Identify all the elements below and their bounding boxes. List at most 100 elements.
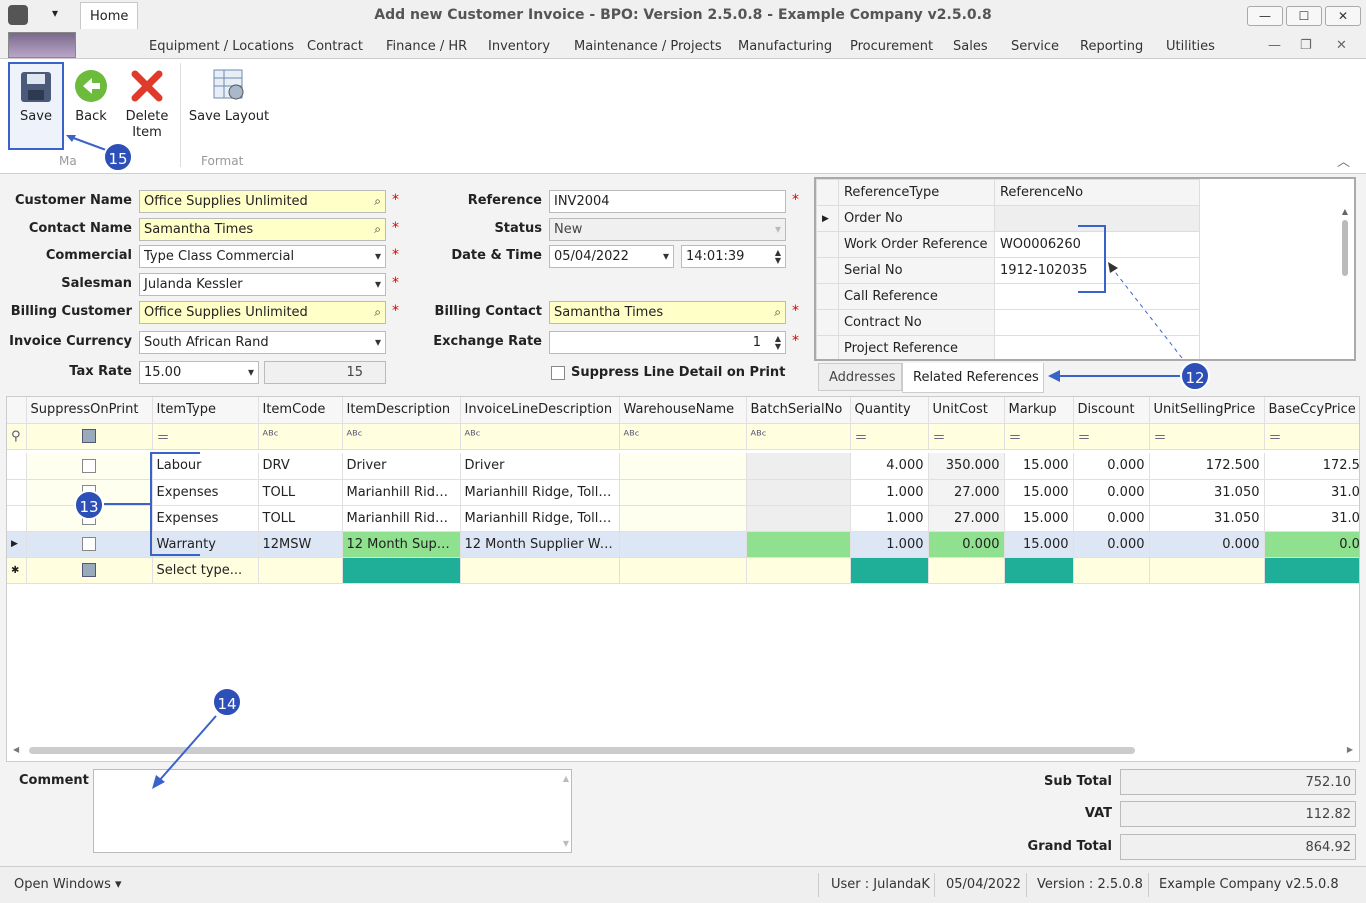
chevron-down-icon[interactable]: ▾	[375, 277, 381, 291]
filter-cell[interactable]: ＝	[1073, 423, 1150, 450]
chevron-down-icon[interactable]: ▾	[248, 365, 254, 379]
chevron-down-icon[interactable]: ▾	[375, 249, 381, 263]
commercial-dropdown[interactable]: Type Class Commercial ▾	[139, 245, 386, 268]
table-row[interactable]: Labour DRV Driver Driver 4.000 350.000 15.000…	[7, 453, 1359, 480]
item-code-cell[interactable]: TOLL	[258, 479, 343, 506]
billing-contact-field[interactable]: Samantha Times ⌕	[549, 301, 786, 324]
close-button[interactable]: ✕	[1325, 6, 1361, 26]
select-type-cell[interactable]: Select type...	[152, 557, 259, 584]
table-row-selected[interactable]: ▶ Warranty12MSW12 Month Supplier Warrant…	[7, 531, 1359, 558]
tab-inventory[interactable]: Inventory	[488, 39, 550, 54]
filter-checkbox[interactable]	[82, 429, 96, 443]
save-button[interactable]: Save	[8, 62, 64, 150]
filter-row[interactable]: ⚲ ＝ ᴬᴮᶜ ᴬᴮᶜ ᴬᴮᶜ ᴬᴮᶜ ᴬᴮᶜ ＝＝＝＝＝＝	[7, 423, 1359, 450]
col-header[interactable]: InvoiceLineDescription	[460, 397, 620, 424]
markup-cell[interactable]: 15.000	[1004, 505, 1074, 532]
tab-contract[interactable]: Contract	[307, 39, 363, 54]
markup-cell[interactable]: 15.000	[1004, 479, 1074, 506]
search-icon[interactable]: ⌕	[374, 194, 381, 209]
col-header[interactable]: BaseCcyPrice	[1264, 397, 1359, 424]
mdi-restore-icon[interactable]: ❐	[1300, 38, 1312, 53]
ribbon-collapse-icon[interactable]: ︿	[1337, 151, 1350, 170]
tab-maintenance-projects[interactable]: Maintenance / Projects	[574, 39, 722, 54]
discount-cell[interactable]: 0.000	[1073, 479, 1150, 506]
filter-cell[interactable]: ＝	[152, 423, 259, 450]
tab-reporting[interactable]: Reporting	[1080, 39, 1143, 54]
col-header[interactable]: UnitSellingPrice	[1149, 397, 1265, 424]
warehouse-cell[interactable]	[619, 505, 747, 532]
customer-name-field[interactable]: Office Supplies Unlimited ⌕	[139, 190, 386, 213]
tab-related-references[interactable]: Related References	[902, 363, 1044, 393]
unit-cost-cell[interactable]: 27.000	[928, 479, 1005, 506]
item-desc-cell[interactable]: 12 Month Supplier Warranty	[342, 531, 461, 558]
scroll-up-icon[interactable]: ▲	[563, 774, 569, 783]
quantity-cell[interactable]: 1.000	[850, 479, 929, 506]
contact-name-field[interactable]: Samantha Times ⌕	[139, 218, 386, 241]
markup-cell[interactable]: 15.000	[1004, 531, 1074, 558]
filter-cell[interactable]: ＝	[1264, 423, 1359, 450]
table-row[interactable]: ▶ Order No	[816, 205, 1201, 232]
tab-equipment-locations[interactable]: Equipment / Locations	[149, 39, 294, 54]
line-desc-cell[interactable]: Marianhill Ridge, Toll to...	[460, 505, 620, 532]
suppress-checkbox[interactable]	[82, 563, 96, 577]
tab-utilities[interactable]: Utilities	[1166, 39, 1215, 54]
col-header[interactable]: WarehouseName	[619, 397, 747, 424]
spin-icon[interactable]: ▲ ▼	[775, 335, 781, 351]
unit-selling-price-cell[interactable]: 0.000	[1149, 531, 1265, 558]
warehouse-cell[interactable]	[619, 531, 747, 558]
tab-finance-hr[interactable]: Finance / HR	[386, 39, 467, 54]
base-price-cell[interactable]: 31.050	[1264, 505, 1359, 532]
exchange-rate-input[interactable]: 1 ▲ ▼	[549, 331, 786, 354]
filter-cell[interactable]: ＝	[928, 423, 1005, 450]
search-icon[interactable]: ⌕	[374, 222, 381, 237]
suppress-checkbox[interactable]	[551, 365, 565, 380]
col-header[interactable]: Discount	[1073, 397, 1150, 424]
filter-cell[interactable]: ᴬᴮᶜ	[619, 423, 747, 450]
discount-cell[interactable]: 0.000	[1073, 505, 1150, 532]
date-picker[interactable]: 05/04/2022 ▾	[549, 245, 674, 268]
warehouse-cell[interactable]	[619, 479, 747, 506]
table-row[interactable]: Work Order Reference WO0006260	[816, 231, 1201, 258]
tab-home[interactable]: Home	[80, 2, 139, 29]
warehouse-cell[interactable]	[619, 453, 747, 480]
filter-cell[interactable]: ᴬᴮᶜ	[342, 423, 461, 450]
discount-cell[interactable]: 0.000	[1073, 453, 1150, 480]
unit-selling-price-cell[interactable]: 172.500	[1149, 453, 1265, 480]
base-price-cell[interactable]	[1264, 557, 1359, 584]
quantity-cell[interactable]: 4.000	[850, 453, 929, 480]
ref-scrollbar[interactable]: ▲	[1338, 207, 1352, 357]
col-header[interactable]: ItemCode	[258, 397, 343, 424]
suppress-checkbox[interactable]	[82, 458, 96, 473]
tab-manufacturing[interactable]: Manufacturing	[738, 39, 832, 54]
base-price-cell[interactable]: 0.000	[1264, 531, 1359, 558]
col-header[interactable]: ItemDescription	[342, 397, 461, 424]
spin-icon[interactable]: ▲ ▼	[775, 249, 781, 265]
item-code-cell[interactable]: 12MSW	[258, 531, 343, 558]
invoice-currency-dropdown[interactable]: South African Rand ▾	[139, 331, 386, 354]
col-header[interactable]: Markup	[1004, 397, 1074, 424]
item-desc-cell[interactable]: Marianhill Ridge, Toll to...	[342, 505, 461, 532]
salesman-dropdown[interactable]: Julanda Kessler ▾	[139, 273, 386, 296]
filter-cell[interactable]: ＝	[850, 423, 929, 450]
delete-item-button[interactable]: Delete Item	[120, 62, 174, 141]
unit-selling-price-cell[interactable]: 31.050	[1149, 505, 1265, 532]
chevron-down-icon[interactable]: ▾	[375, 335, 381, 349]
filter-cell[interactable]: ＝	[1149, 423, 1265, 450]
item-desc-cell[interactable]: Driver	[342, 453, 461, 480]
item-code-cell[interactable]: DRV	[258, 453, 343, 480]
unit-cost-cell[interactable]	[1004, 557, 1074, 584]
billing-customer-field[interactable]: Office Supplies Unlimited ⌕	[139, 301, 386, 324]
search-icon[interactable]: ⌕	[774, 305, 781, 320]
item-code-cell[interactable]: TOLL	[258, 505, 343, 532]
tax-rate-dropdown[interactable]: 15.00 ▾	[139, 361, 259, 384]
base-price-cell[interactable]: 172.500	[1264, 453, 1359, 480]
search-icon[interactable]: ⌕	[374, 305, 381, 320]
quantity-cell[interactable]: 1.000	[850, 505, 929, 532]
filter-cell[interactable]: ᴬᴮᶜ	[746, 423, 851, 450]
application-menu-button[interactable]	[8, 32, 76, 58]
col-header[interactable]: SuppressOnPrint	[26, 397, 153, 424]
time-input[interactable]: 14:01:39 ▲ ▼	[681, 245, 786, 268]
table-row[interactable]: ExpensesTOLLMarianhill Ridge, Toll to...…	[7, 479, 1359, 506]
save-layout-button[interactable]: Save Layout	[186, 62, 272, 125]
line-desc-cell[interactable]: 12 Month Supplier War...	[460, 531, 620, 558]
